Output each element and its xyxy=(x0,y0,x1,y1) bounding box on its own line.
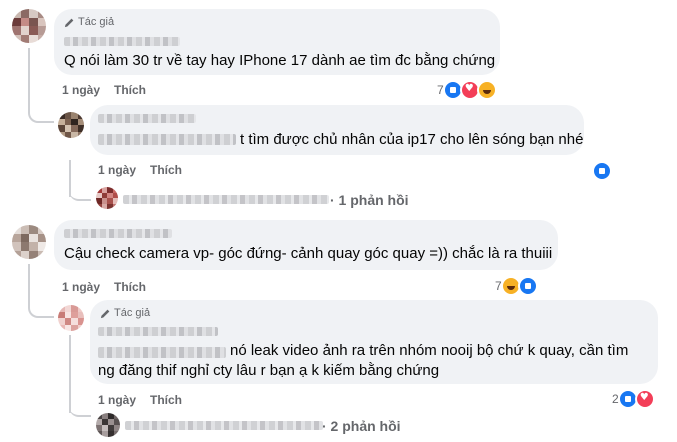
avatar[interactable] xyxy=(12,9,46,43)
view-replies-link[interactable]: · 2 phản hồi xyxy=(322,418,401,434)
author-badge-label: Tác giả xyxy=(78,16,115,28)
avatar[interactable] xyxy=(12,225,46,259)
reaction-summary[interactable]: 2 xyxy=(612,389,655,409)
reply-time[interactable]: 1 ngày xyxy=(98,393,136,407)
like-button[interactable]: Thích xyxy=(150,393,182,407)
like-button[interactable]: Thích xyxy=(114,280,146,294)
reaction-summary[interactable]: 7 xyxy=(437,80,497,100)
author-badge-label: Tác giả xyxy=(114,307,151,319)
commenter-name-redacted[interactable] xyxy=(64,229,172,238)
reply-text-line-2: ng đăng thif nghỉ cty lâu r bạn ạ k kiếm… xyxy=(98,362,440,379)
comment-text: Cậu check camera vp- góc đứng- cảnh quay… xyxy=(64,245,553,262)
avatar[interactable] xyxy=(58,305,84,331)
commenter-name-redacted[interactable] xyxy=(98,327,218,336)
like-button[interactable]: Thích xyxy=(150,163,182,177)
commenter-name-redacted[interactable] xyxy=(64,37,180,46)
author-badge: Tác giả xyxy=(100,307,150,319)
reply-text-line-1: nó leak video ảnh ra trên nhóm nooij bộ … xyxy=(230,342,629,359)
mention-redacted[interactable] xyxy=(98,347,226,358)
author-badge: Tác giả xyxy=(64,16,114,28)
like-icon xyxy=(517,276,538,296)
replier-names-redacted xyxy=(125,421,323,430)
avatar[interactable] xyxy=(58,112,84,138)
reaction-summary[interactable] xyxy=(592,161,612,181)
avatar[interactable] xyxy=(96,187,118,209)
like-icon xyxy=(592,161,612,181)
thread-connector xyxy=(28,264,54,318)
reply-text: t tìm được chủ nhân của ip17 cho lên són… xyxy=(240,131,584,148)
reaction-summary[interactable]: 7 xyxy=(495,276,538,296)
avatar[interactable] xyxy=(96,413,120,437)
thread-connector xyxy=(69,392,91,417)
pencil-icon xyxy=(64,18,74,27)
mention-redacted[interactable] xyxy=(98,134,236,145)
pencil-icon xyxy=(100,309,110,318)
comment-time[interactable]: 1 ngày xyxy=(62,83,100,97)
like-button[interactable]: Thích xyxy=(114,83,146,97)
view-replies-link[interactable]: · 1 phản hồi xyxy=(330,192,409,208)
comment-text: Q nói làm 30 tr về tay hay IPhone 17 dàn… xyxy=(64,52,496,69)
haha-icon xyxy=(476,80,497,100)
love-icon xyxy=(634,389,655,409)
comment-time[interactable]: 1 ngày xyxy=(62,280,100,294)
replier-names-redacted xyxy=(123,195,329,204)
reply-time[interactable]: 1 ngày xyxy=(98,163,136,177)
thread-connector xyxy=(69,175,91,201)
commenter-name-redacted[interactable] xyxy=(98,114,196,123)
thread-connector xyxy=(28,48,54,123)
